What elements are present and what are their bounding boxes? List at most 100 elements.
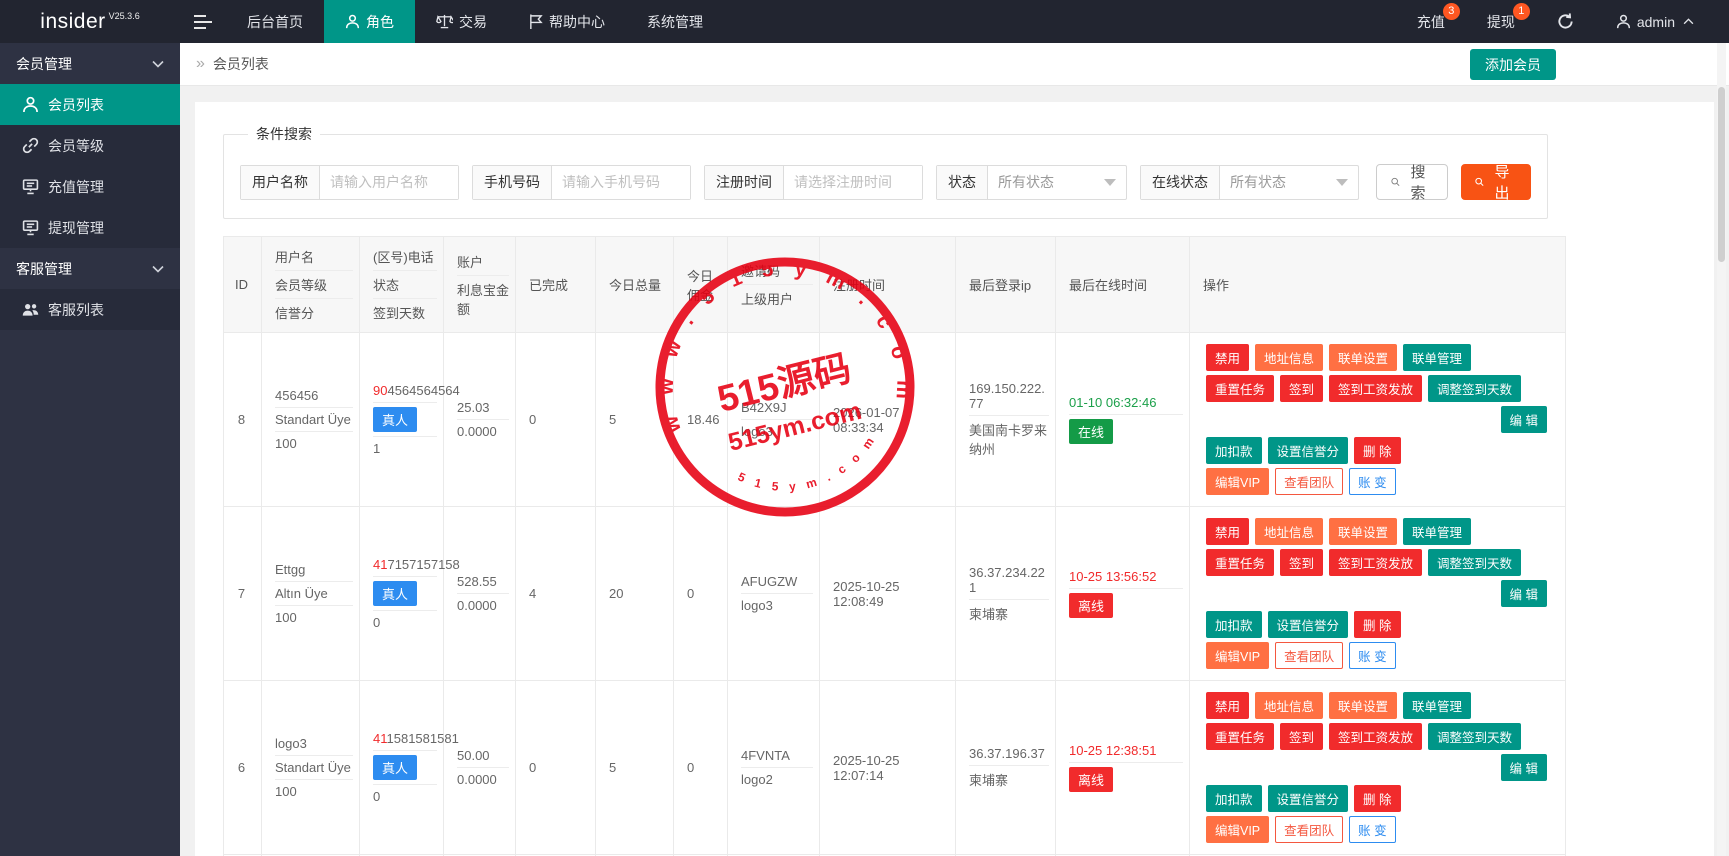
status-select[interactable]: 所有状态 <box>988 166 1126 199</box>
action-button[interactable]: 删 除 <box>1354 611 1400 638</box>
action-button[interactable]: 签到 <box>1280 723 1323 750</box>
action-button[interactable]: 设置信誉分 <box>1268 611 1349 638</box>
last-online-time: 01-10 06:32:46 <box>1069 391 1183 414</box>
top-navbar: insider V25.3.6 后台首页 角色 交易 帮助中心 系统管理 充值 … <box>0 0 1729 43</box>
scales-icon <box>436 14 453 29</box>
action-button[interactable]: 设置信誉分 <box>1268 437 1349 464</box>
action-button[interactable]: 编辑VIP <box>1206 816 1269 843</box>
nav-item-system[interactable]: 系统管理 <box>626 0 724 43</box>
nav-item-trade[interactable]: 交易 <box>415 0 508 43</box>
action-button[interactable]: 地址信息 <box>1255 692 1323 719</box>
action-button[interactable]: 联单管理 <box>1403 692 1471 719</box>
action-button[interactable]: 调整签到天数 <box>1428 723 1521 750</box>
hamburger-icon <box>194 15 212 29</box>
add-member-button[interactable]: 添加会员 <box>1470 49 1556 80</box>
recharge-button[interactable]: 充值 3 <box>1396 0 1466 43</box>
nav-item-help[interactable]: 帮助中心 <box>508 0 626 43</box>
sidebar-item-member-list[interactable]: 会员列表 <box>0 84 180 125</box>
sidebar-item-service-list[interactable]: 客服列表 <box>0 289 180 330</box>
cell-last-ip: 36.37.196.37 柬埔寨 <box>956 681 1056 855</box>
cell-today-commission: 18.46 <box>674 333 728 507</box>
nav-item-dashboard[interactable]: 后台首页 <box>226 0 324 43</box>
action-button[interactable]: 账 变 <box>1349 642 1395 669</box>
recharge-badge: 3 <box>1443 3 1460 20</box>
action-button[interactable]: 签到工资发放 <box>1329 549 1422 576</box>
action-button[interactable]: 禁用 <box>1206 692 1249 719</box>
last-online-time: 10-25 13:56:52 <box>1069 565 1183 588</box>
sidebar-item-withdraw-management[interactable]: 提现管理 <box>0 207 180 248</box>
scrollbar-thumb[interactable] <box>1718 87 1725 262</box>
action-button[interactable]: 加扣款 <box>1206 437 1262 464</box>
action-button[interactable]: 账 变 <box>1349 816 1395 843</box>
action-button[interactable]: 加扣款 <box>1206 611 1262 638</box>
action-button[interactable]: 联单管理 <box>1403 518 1471 545</box>
column-header: 今日佣金 <box>674 237 728 333</box>
action-button[interactable]: 编 辑 <box>1501 580 1547 607</box>
sidebar-group-service-management[interactable]: 客服管理 <box>0 248 180 289</box>
username-input[interactable] <box>320 166 458 199</box>
action-button[interactable]: 查看团队 <box>1275 468 1343 495</box>
action-button[interactable]: 联单管理 <box>1403 344 1471 371</box>
sidebar-item-recharge-management[interactable]: 充值管理 <box>0 166 180 207</box>
phone-number: 411581581581 <box>373 727 437 750</box>
nav-item-roles[interactable]: 角色 <box>324 0 415 43</box>
action-buttons: 禁用地址信息联单设置联单管理 重置任务签到签到工资发放调整签到天数编 辑 加扣款… <box>1203 342 1559 497</box>
action-button[interactable]: 联单设置 <box>1329 692 1397 719</box>
action-button[interactable]: 账 变 <box>1349 468 1395 495</box>
member-table: ID 用户名会员等级信誉分 (区号)电话状态签到天数 <box>223 236 1566 856</box>
action-button[interactable]: 签到 <box>1280 375 1323 402</box>
column-header: 用户名会员等级信誉分 <box>262 237 360 333</box>
online-status-field-group: 在线状态 所有状态 <box>1140 165 1359 200</box>
action-button[interactable]: 重置任务 <box>1206 375 1274 402</box>
action-button[interactable]: 签到 <box>1280 549 1323 576</box>
cell-account: 25.03 0.0000 <box>444 333 516 507</box>
sidebar-toggle-icon[interactable] <box>180 0 226 43</box>
phone-input[interactable] <box>552 166 690 199</box>
column-header: 今日总量 <box>596 237 674 333</box>
refresh-button[interactable] <box>1536 0 1595 43</box>
action-button[interactable]: 删 除 <box>1354 437 1400 464</box>
status-label: 状态 <box>937 166 988 199</box>
action-button[interactable]: 编辑VIP <box>1206 468 1269 495</box>
action-button[interactable]: 联单设置 <box>1329 518 1397 545</box>
sidebar-item-member-level[interactable]: 会员等级 <box>0 125 180 166</box>
user-menu[interactable]: admin <box>1595 0 1715 43</box>
online-status-select[interactable]: 所有状态 <box>1220 166 1358 199</box>
action-button[interactable]: 编 辑 <box>1501 754 1547 781</box>
column-header: 邀请码上级用户 <box>728 237 820 333</box>
vertical-scrollbar[interactable] <box>1717 43 1726 856</box>
withdraw-button[interactable]: 提现 1 <box>1466 0 1536 43</box>
action-button[interactable]: 禁用 <box>1206 344 1249 371</box>
action-button[interactable]: 重置任务 <box>1206 549 1274 576</box>
action-button[interactable]: 编 辑 <box>1501 406 1547 433</box>
parent-user: logo3 <box>741 593 813 617</box>
action-button[interactable]: 签到工资发放 <box>1329 723 1422 750</box>
app-title: insider <box>40 10 105 34</box>
cell-register-time: 2026-01-07 08:33:34 <box>820 333 956 507</box>
action-button[interactable]: 查看团队 <box>1275 642 1343 669</box>
flag-icon <box>529 14 543 29</box>
column-header: 账户利息宝金额 <box>444 237 516 333</box>
cell-today-commission: 0 <box>674 681 728 855</box>
action-button[interactable]: 重置任务 <box>1206 723 1274 750</box>
action-button[interactable]: 删 除 <box>1354 785 1400 812</box>
action-button[interactable]: 联单设置 <box>1329 344 1397 371</box>
action-button[interactable]: 查看团队 <box>1275 816 1343 843</box>
cell-last-online: 01-10 06:32:46 在线 <box>1056 333 1190 507</box>
action-button[interactable]: 编辑VIP <box>1206 642 1269 669</box>
action-button[interactable]: 签到工资发放 <box>1329 375 1422 402</box>
sidebar-group-member-management[interactable]: 会员管理 <box>0 43 180 84</box>
export-button[interactable]: 导 出 <box>1461 164 1531 200</box>
action-button[interactable]: 调整签到天数 <box>1428 549 1521 576</box>
action-button[interactable]: 禁用 <box>1206 518 1249 545</box>
action-button[interactable]: 设置信誉分 <box>1268 785 1349 812</box>
action-button[interactable]: 加扣款 <box>1206 785 1262 812</box>
regtime-input[interactable] <box>784 166 922 199</box>
regtime-label: 注册时间 <box>705 166 784 199</box>
action-button[interactable]: 地址信息 <box>1255 344 1323 371</box>
action-button[interactable]: 调整签到天数 <box>1428 375 1521 402</box>
action-button[interactable]: 地址信息 <box>1255 518 1323 545</box>
member-level: Standart Üye <box>275 755 353 779</box>
search-button[interactable]: 搜 索 <box>1376 164 1448 200</box>
phone-prefix: 90 <box>373 383 387 398</box>
